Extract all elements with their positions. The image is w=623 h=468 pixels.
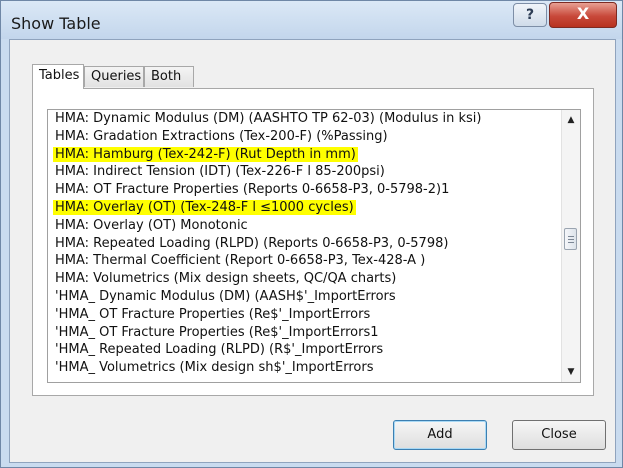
table-list-item-label: HMA: Volumetrics (Mix design sheets, QC/… <box>55 271 397 287</box>
table-list-item[interactable]: HMA: Overlay (OT) (Tex-248-F l ≤1000 cyc… <box>48 199 562 217</box>
table-list-item-label: HMA: Thermal Coefficient (Report 0-6658-… <box>55 253 426 269</box>
tab-queries[interactable]: Queries <box>84 66 144 87</box>
window-close-button[interactable]: X <box>549 2 617 28</box>
table-list-item-label: HMA: Overlay (OT) (Tex-248-F l ≤1000 cyc… <box>53 199 356 215</box>
table-list-item-label: HMA: OT Fracture Properties (Reports 0-6… <box>55 182 450 198</box>
tab-tables[interactable]: Tables <box>32 64 84 89</box>
close-icon: X <box>576 4 590 23</box>
scroll-down-icon[interactable]: ▼ <box>566 367 576 377</box>
table-list-item-label: HMA: Dynamic Modulus (DM) (AASHTO TP 62-… <box>55 111 482 126</box>
table-list-item-label: HMA: Repeated Loading (RLPD) (Reports 0-… <box>55 235 449 251</box>
grip-line <box>568 239 574 240</box>
table-list-item-label: HMA: Overlay (OT) Monotonic <box>55 217 248 233</box>
table-list-item[interactable]: HMA: Volumetrics (Mix design sheets, QC/… <box>48 270 562 288</box>
table-list-item[interactable]: 'HMA_ OT Fracture Properties (Re$'_Impor… <box>48 306 562 324</box>
table-list-item[interactable]: HMA: Gradation Extractions (Tex-200-F) (… <box>48 128 562 146</box>
dialog-body: Tables Queries Both HMA: Dynamic Modulus… <box>9 39 616 463</box>
grip-line <box>568 242 574 243</box>
scroll-up-icon[interactable]: ▲ <box>566 115 576 125</box>
table-list-item[interactable]: HMA: Overlay (OT) Monotonic <box>48 217 562 235</box>
table-list-item-label: 'HMA_ OT Fracture Properties (Re$'_Impor… <box>55 306 371 322</box>
table-list-item[interactable]: HMA: Repeated Loading (RLPD) (Reports 0-… <box>48 235 562 253</box>
table-list-item[interactable]: HMA: Hamburg (Tex-242-F) (Rut Depth in m… <box>48 146 562 164</box>
table-list-item[interactable]: HMA: Thermal Coefficient (Report 0-6658-… <box>48 252 562 270</box>
table-list-item-label: HMA: Gradation Extractions (Tex-200-F) (… <box>55 128 388 144</box>
tab-both[interactable]: Both <box>144 66 194 87</box>
table-list-item-label: 'HMA_ Dynamic Modulus (DM) (AASH$'_Impor… <box>55 288 396 304</box>
table-list-item[interactable]: 'HMA_ OT Fracture Properties (Re$'_Impor… <box>48 324 562 342</box>
add-button[interactable]: Add <box>393 420 487 450</box>
title-bar[interactable]: Show Table ? X <box>1 1 622 39</box>
show-table-dialog: Show Table ? X Tables Queries Both HMA: … <box>0 0 623 468</box>
table-list-item[interactable]: 'HMA_ Repeated Loading (RLPD) (R$'_Impor… <box>48 341 562 359</box>
table-list-item[interactable]: 'HMA_ Volumetrics (Mix design sh$'_Impor… <box>48 359 562 377</box>
help-icon: ? <box>525 7 535 23</box>
table-list-item-label: HMA: Indirect Tension (IDT) (Tex-226-F l… <box>55 164 385 180</box>
table-list-item[interactable]: 'HMA_ Dynamic Modulus (DM) (AASH$'_Impor… <box>48 288 562 306</box>
help-button[interactable]: ? <box>513 3 547 27</box>
dialog-title: Show Table <box>11 14 101 33</box>
table-list-item-label: HMA: Hamburg (Tex-242-F) (Rut Depth in m… <box>53 146 358 162</box>
close-button[interactable]: Close <box>512 420 606 450</box>
table-list-item[interactable]: HMA: Dynamic Modulus (DM) (AASHTO TP 62-… <box>48 110 562 128</box>
table-list-item-label: 'HMA_ OT Fracture Properties (Re$'_Impor… <box>55 324 379 340</box>
table-list-item[interactable]: HMA: Indirect Tension (IDT) (Tex-226-F l… <box>48 163 562 181</box>
table-listbox[interactable]: HMA: Dynamic Modulus (DM) (AASHTO TP 62-… <box>47 109 581 383</box>
table-list-item-label: 'HMA_ Volumetrics (Mix design sh$'_Impor… <box>55 360 374 376</box>
table-list-item[interactable]: HMA: OT Fracture Properties (Reports 0-6… <box>48 181 562 199</box>
scroll-thumb[interactable] <box>564 228 577 250</box>
vertical-scrollbar[interactable]: ▲ ▼ <box>561 110 580 382</box>
table-list: HMA: Dynamic Modulus (DM) (AASHTO TP 62-… <box>48 110 562 382</box>
table-list-item-label: 'HMA_ Repeated Loading (RLPD) (R$'_Impor… <box>55 342 384 358</box>
tables-tab-panel: HMA: Dynamic Modulus (DM) (AASHTO TP 62-… <box>32 88 594 396</box>
grip-line <box>568 236 574 237</box>
